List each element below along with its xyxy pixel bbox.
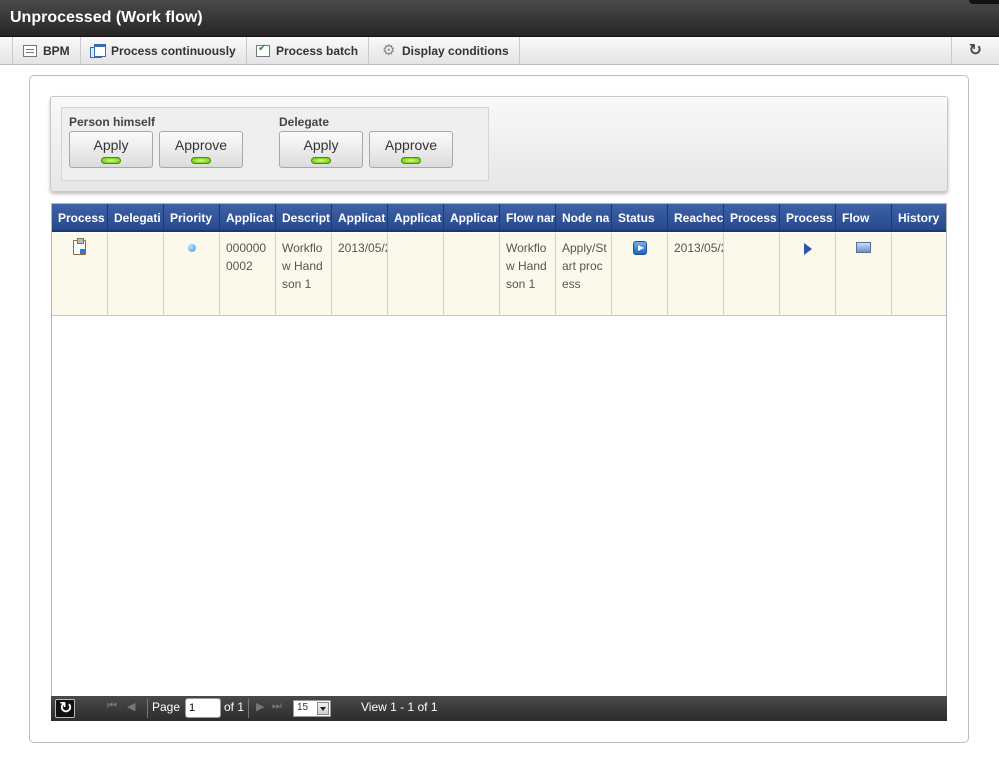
status-led-icon [401, 157, 421, 164]
status-led-icon [101, 157, 121, 164]
cell-application-no: 0000000002 [220, 233, 276, 316]
windows-icon [90, 44, 106, 58]
rows-per-page-select[interactable]: 15 [293, 700, 331, 717]
bpm-button[interactable]: BPM [12, 37, 81, 64]
window-titlebar: Unprocessed (Work flow) [0, 0, 999, 37]
cell-process [52, 233, 108, 316]
prev-page-icon[interactable]: ◀ [127, 700, 135, 713]
column-header-applicant-2[interactable]: Applicar [444, 204, 500, 232]
bpm-button-label: BPM [43, 43, 70, 58]
cell-history [892, 233, 946, 316]
column-header-process[interactable]: Process [52, 204, 108, 232]
column-header-status[interactable]: Status [612, 204, 668, 232]
person-apply-button[interactable]: Apply [69, 131, 153, 168]
pager-refresh-button[interactable] [55, 698, 75, 718]
cell-application-date: 2013/05/2 [332, 233, 388, 316]
chevron-down-icon [317, 702, 329, 715]
column-header-delegation[interactable]: Delegati [108, 204, 164, 232]
column-header-flow-name[interactable]: Flow nar [500, 204, 556, 232]
column-header-application-date[interactable]: Applicat [332, 204, 388, 232]
cell-applicant-2 [444, 233, 500, 316]
display-conditions-button[interactable]: Display conditions [372, 37, 520, 64]
delegate-apply-label: Apply [303, 137, 339, 153]
flow-image-icon[interactable] [856, 242, 871, 253]
process-batch-label: Process batch [276, 43, 359, 58]
person-himself-label: Person himself [69, 115, 156, 129]
titlebar-corner [969, 0, 999, 4]
play-icon[interactable] [803, 243, 812, 255]
status-led-icon [191, 157, 211, 164]
table-row[interactable]: 0000000002 Workflow Handson 1 2013/05/2 … [52, 233, 946, 316]
delegate-approve-label: Approve [384, 137, 438, 153]
list-icon [23, 44, 37, 57]
pager-separator [248, 699, 249, 718]
person-apply-label: Apply [93, 137, 129, 153]
column-header-reached[interactable]: Reachec [668, 204, 724, 232]
column-header-node-name[interactable]: Node na [556, 204, 612, 232]
view-count-text: View 1 - 1 of 1 [361, 700, 438, 714]
column-header-flow[interactable]: Flow [836, 204, 892, 232]
toolbar: BPM Process continuously Process batch D… [0, 37, 999, 65]
cell-process-3 [780, 233, 836, 316]
gear-icon [382, 41, 396, 59]
cell-flow [836, 233, 892, 316]
grid-pager: ⏮ ◀ Page of 1 ▶ ⏭ 15 View 1 - 1 of 1 [51, 696, 947, 721]
workflow-grid: Process Delegati Priority Applicat Descr… [51, 203, 947, 721]
display-conditions-label: Display conditions [402, 43, 509, 58]
page-label: Page [152, 700, 181, 714]
toolbar-refresh-button[interactable] [951, 37, 999, 64]
cell-description: Workflow Handson 1 [276, 233, 332, 316]
column-header-priority[interactable]: Priority [164, 204, 220, 232]
cell-priority [164, 233, 220, 316]
cell-delegation [108, 233, 164, 316]
column-header-application-no[interactable]: Applicat [220, 204, 276, 232]
refresh-icon [969, 40, 983, 60]
column-header-applicant-1[interactable]: Applicat [388, 204, 444, 232]
column-header-process-3[interactable]: Process [780, 204, 836, 232]
delegate-label: Delegate [279, 115, 330, 129]
column-header-process-2[interactable]: Process [724, 204, 780, 232]
column-header-history[interactable]: History [892, 204, 946, 232]
batch-icon [256, 43, 270, 57]
person-approve-button[interactable]: Approve [159, 131, 243, 168]
status-icon[interactable] [632, 241, 647, 255]
cell-node-name: Apply/Start process [556, 233, 612, 316]
grid-header: Process Delegati Priority Applicat Descr… [52, 204, 946, 232]
cell-status [612, 233, 668, 316]
cell-flow-name: Workflow Handson 1 [500, 233, 556, 316]
process-continuously-button[interactable]: Process continuously [80, 37, 247, 64]
cell-applicant-1 [388, 233, 444, 316]
first-page-icon[interactable]: ⏮ [107, 700, 117, 713]
process-batch-button[interactable]: Process batch [246, 37, 370, 64]
delegate-apply-button[interactable]: Apply [279, 131, 363, 168]
clipboard-icon[interactable] [73, 238, 86, 255]
priority-dot-icon [187, 244, 196, 252]
next-page-icon[interactable]: ▶ [256, 700, 264, 713]
page-total-label: of 1 [224, 700, 245, 714]
person-approve-label: Approve [174, 137, 228, 153]
cell-reached: 2013/05/2 [668, 233, 724, 316]
column-header-description[interactable]: Descript [276, 204, 332, 232]
delegate-approve-button[interactable]: Approve [369, 131, 453, 168]
last-page-icon[interactable]: ⏭ [272, 700, 282, 713]
page-number-input[interactable] [185, 698, 221, 718]
process-continuously-label: Process continuously [111, 43, 236, 58]
window-title: Unprocessed (Work flow) [10, 9, 203, 26]
status-led-icon [311, 157, 331, 164]
pager-separator [147, 699, 148, 718]
cell-process-2 [724, 233, 780, 316]
rows-per-page-value: 15 [297, 702, 309, 713]
